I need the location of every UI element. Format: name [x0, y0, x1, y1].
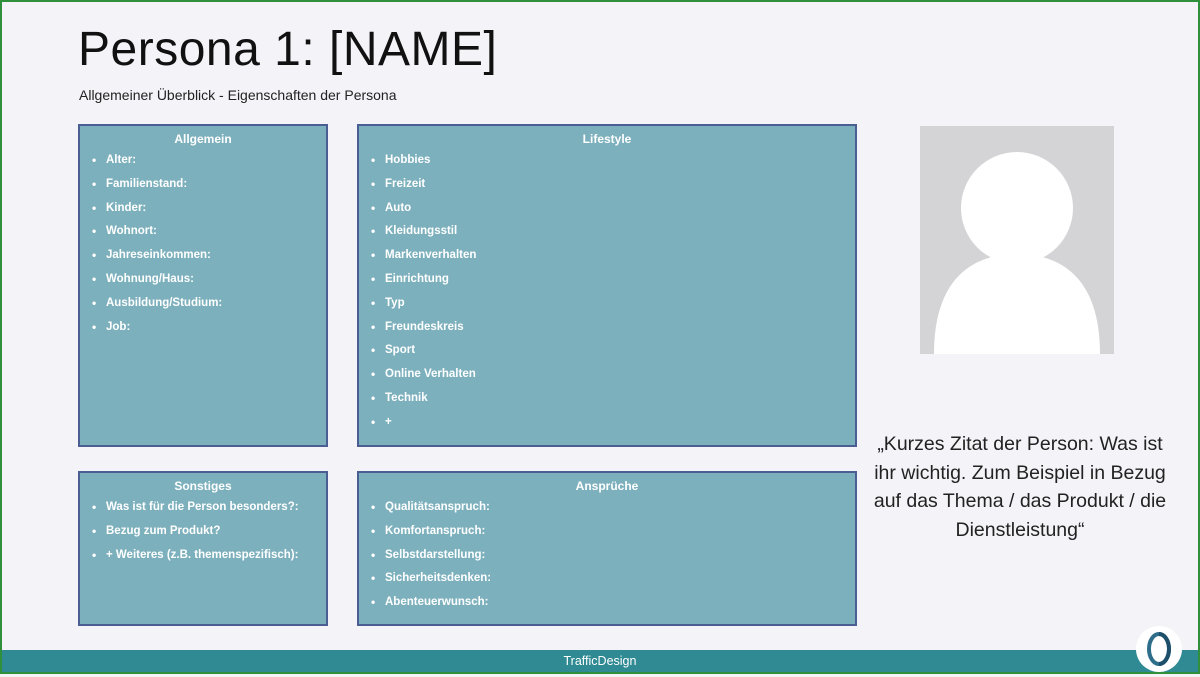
ansprueche-title: Ansprüche: [575, 479, 639, 493]
list-item: Auto: [371, 202, 855, 226]
sonstiges-list: Was ist für die Person besonders?: Bezug…: [80, 501, 326, 572]
list-item: Job:: [92, 321, 326, 345]
ansprueche-list: Qualitätsanspruch: Komfortanspruch: Selb…: [359, 501, 855, 620]
list-item: Selbstdarstellung:: [371, 549, 855, 573]
list-item: Online Verhalten: [371, 368, 855, 392]
persona-quote: „Kurzes Zitat der Person: Was ist ihr wi…: [873, 433, 1167, 541]
list-item: Bezug zum Produkt?: [92, 525, 326, 549]
allgemein-title: Allgemein: [174, 132, 232, 146]
footer-bar: TrafficDesign: [2, 650, 1198, 672]
list-item: Kinder:: [92, 202, 326, 226]
list-item: Familienstand:: [92, 178, 326, 202]
trafficdesign-logo-icon: [1136, 626, 1182, 672]
list-item: Jahreseinkommen:: [92, 249, 326, 273]
list-item: Komfortanspruch:: [371, 525, 855, 549]
list-item: Freizeit: [371, 178, 855, 202]
sonstiges-title: Sonstiges: [174, 479, 232, 493]
footer-label: TrafficDesign: [563, 654, 637, 668]
list-item: + Weiteres (z.B. themenspezifisch):: [92, 549, 326, 573]
list-item: Technik: [371, 392, 855, 416]
list-item: Sicherheitsdenken:: [371, 572, 855, 596]
allgemein-list: Alter: Familienstand: Kinder: Wohnort: J…: [80, 154, 326, 344]
list-item: Was ist für die Person besonders?:: [92, 501, 326, 525]
list-item: Wohnung/Haus:: [92, 273, 326, 297]
list-item: Markenverhalten: [371, 249, 855, 273]
lifestyle-box: Lifestyle Hobbies Freizeit Auto Kleidung…: [357, 124, 857, 447]
list-item: Einrichtung: [371, 273, 855, 297]
list-item: Abenteuerwunsch:: [371, 596, 855, 620]
list-item: Qualitätsanspruch:: [371, 501, 855, 525]
page-subtitle: Allgemeiner Überblick - Eigenschaften de…: [79, 87, 397, 103]
list-item: +: [371, 416, 855, 440]
list-item: Hobbies: [371, 154, 855, 178]
list-item: Kleidungsstil: [371, 225, 855, 249]
list-item: Wohnort:: [92, 225, 326, 249]
list-item: Alter:: [92, 154, 326, 178]
lifestyle-title: Lifestyle: [582, 132, 632, 146]
list-item: Sport: [371, 344, 855, 368]
sonstiges-box: Sonstiges Was ist für die Person besonde…: [78, 471, 328, 626]
allgemein-box: Allgemein Alter: Familienstand: Kinder: …: [78, 124, 328, 447]
list-item: Freundeskreis: [371, 321, 855, 345]
list-item: Ausbildung/Studium:: [92, 297, 326, 321]
list-item: Typ: [371, 297, 855, 321]
page-title: Persona 1: [NAME]: [78, 23, 498, 76]
lifestyle-list: Hobbies Freizeit Auto Kleidungsstil Mark…: [359, 154, 855, 440]
ansprueche-box: Ansprüche Qualitätsanspruch: Komfortansp…: [357, 471, 857, 626]
person-placeholder-icon: [920, 126, 1114, 354]
